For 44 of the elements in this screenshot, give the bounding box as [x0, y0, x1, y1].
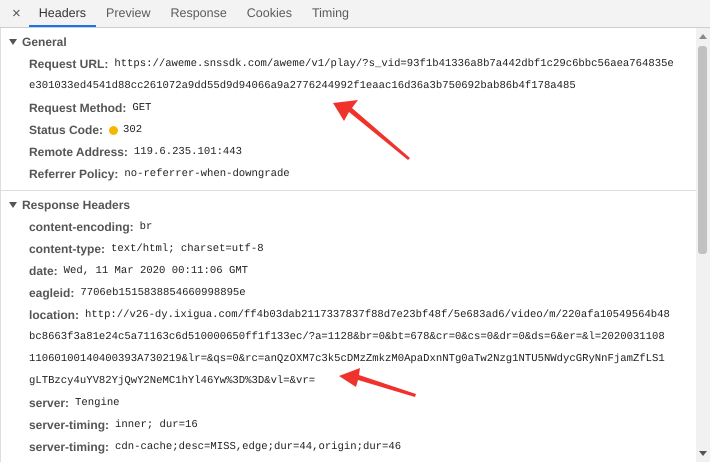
header-name: Status Code: — [29, 122, 104, 139]
expanded-triangle-icon[interactable] — [9, 38, 17, 46]
header-name: eagleid: — [29, 285, 74, 302]
header-value: bc8663f3a81e24c5a71163c6d510000650ff1f133ec/?a=1128&br=0&bt=678&cr=0&cs=0&dr=0&ds=6&er=&l=2020031108 — [29, 330, 665, 345]
header-name: server-timing: — [29, 439, 110, 456]
header-value: cdn-cache;desc=MISS,edge;dur=44,origin;dur=46 — [115, 440, 402, 455]
header-value: Wed, 11 Mar 2020 00:11:06 GMT — [64, 264, 248, 279]
section-title: General — [22, 35, 67, 49]
header-value: https://aweme.snssdk.com/aweme/v1/play/?s_vid=93f1b41336a8b7a442dbf1c29c6bbc56aea764835e — [114, 57, 674, 72]
header-name: Request URL: — [29, 56, 108, 73]
tab[interactable]: Headers — [28, 0, 96, 27]
header-value: Tengine — [75, 396, 120, 411]
header-value: no-referrer-when-downgrade — [124, 167, 290, 182]
tab[interactable]: Timing — [302, 0, 359, 27]
header-value: e301033ed4541d88cc261072a9dd55d9d94066a9a2776244992f1eaac16d36a3b750692bab86b4f178a485 — [29, 79, 576, 94]
header-name: Remote Address: — [29, 144, 128, 161]
close-button[interactable]: × — [6, 0, 27, 27]
header-value: http://v26-dy.ixigua.com/ff4b03dab2117337837f88d7e23bf48f/5e683ad6/video/m/220afa10549564b48 — [85, 308, 670, 323]
scrollbar-thumb[interactable] — [698, 46, 707, 254]
header-name: content-type: — [29, 241, 105, 258]
tab[interactable]: Cookies — [236, 0, 302, 27]
header-value: 302 — [123, 123, 142, 138]
header-name: server: — [29, 395, 70, 412]
header-name: server-timing: — [29, 417, 110, 434]
tab[interactable]: Response — [160, 0, 237, 27]
section-title: Response Headers — [22, 198, 130, 212]
header-value: inner; dur=16 — [115, 418, 198, 433]
header-name: content-encoding: — [29, 219, 134, 236]
expanded-triangle-icon[interactable] — [9, 201, 17, 209]
header-name: Request Method: — [29, 100, 126, 117]
header-name: location: — [29, 307, 79, 324]
header-value: 7706eb1515838854660998895e — [80, 286, 246, 301]
scroll-down-icon[interactable] — [699, 451, 707, 456]
header-name: date: — [29, 263, 58, 280]
tab[interactable]: Preview — [96, 0, 160, 27]
header-value: gLTBzcy4uYV82YjQwY2NeMC1hYl46Yw%3D%3D&vl=&vr= — [29, 374, 316, 389]
header-value: text/html; charset=utf-8 — [111, 242, 264, 257]
header-value: GET — [132, 101, 152, 116]
scroll-up-icon[interactable] — [699, 34, 707, 39]
header-value: br — [140, 220, 152, 235]
header-value: 11060100140400393A730219&lr=&qs=0&rc=anQzOXM7c3k5cDMzZmkzM0ApaDxnNTg0aTw2Nzg1NTU5NWdycGRyNnFjamZfLS1 — [29, 352, 665, 367]
header-name: Referrer Policy: — [29, 166, 118, 183]
header-value: 119.6.235.101:443 — [134, 145, 242, 160]
scrollbar[interactable] — [696, 28, 710, 462]
